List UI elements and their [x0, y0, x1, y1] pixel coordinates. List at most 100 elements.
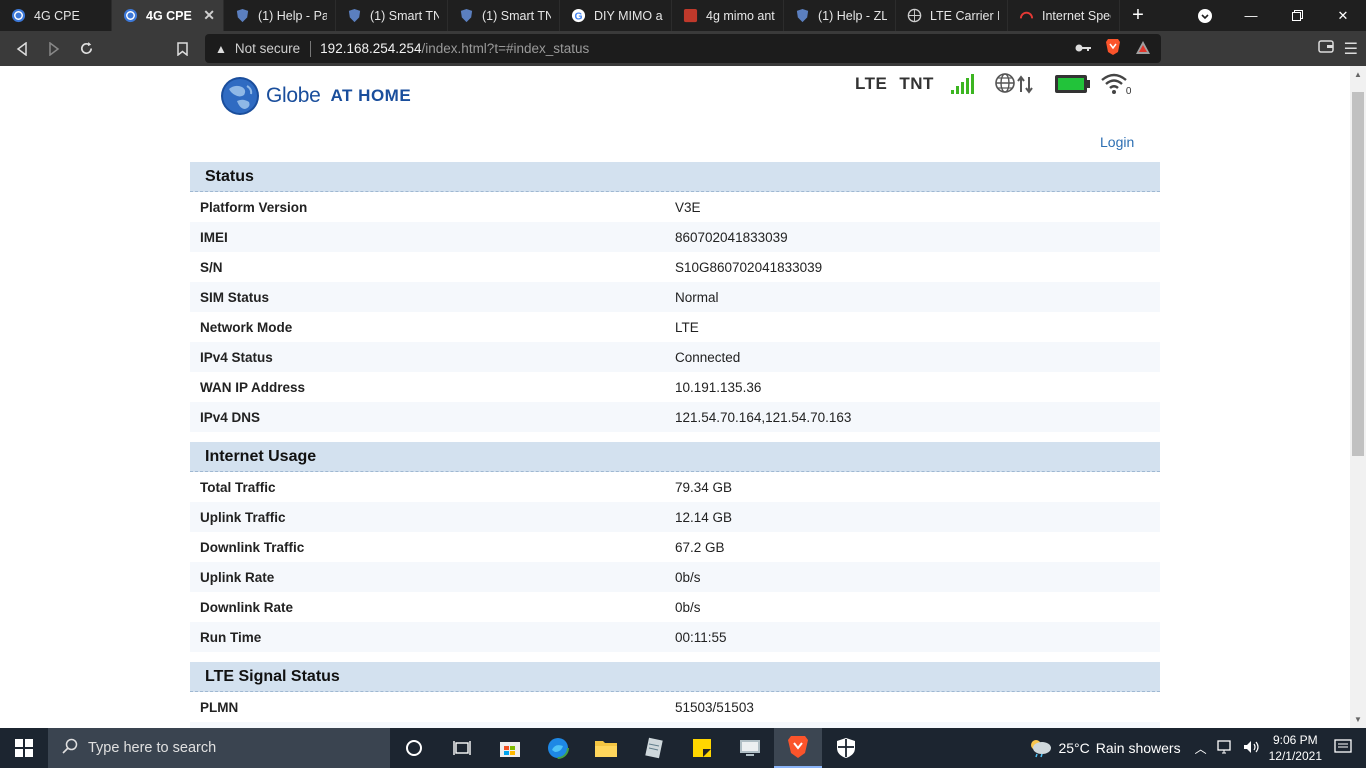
site-favicon-icon	[682, 8, 698, 24]
windows-start-icon[interactable]	[0, 728, 48, 768]
lte-table: PLMN 51503/51503	[190, 692, 1160, 728]
new-tab-button[interactable]: +	[1120, 0, 1156, 31]
browser-tab-active[interactable]: 4G CPE ✕	[112, 0, 224, 31]
login-link[interactable]: Login	[1100, 134, 1134, 150]
lte-signal-section: LTE Signal Status PLMN 51503/51503	[190, 662, 1160, 728]
row-label: Uplink Traffic	[200, 509, 286, 525]
tab-label: (1) Help - Paa	[258, 8, 327, 23]
tab-label: DIY MIMO an	[594, 8, 663, 23]
close-window-icon[interactable]: ✕	[1320, 0, 1366, 31]
table-row: IMEI 860702041833039	[190, 222, 1160, 252]
shield-favicon-icon	[234, 8, 250, 24]
scroll-up-icon[interactable]: ▲	[1354, 70, 1362, 79]
tab-label: 4G CPE	[34, 8, 80, 23]
taskbar-search-input[interactable]: Type here to search	[48, 728, 390, 768]
tab-search-icon[interactable]	[1182, 0, 1228, 31]
file-explorer-icon[interactable]	[582, 728, 630, 768]
row-value: Normal	[675, 289, 719, 305]
browser-tab[interactable]: (1) Help - Paa	[224, 0, 336, 31]
brave-browser-icon[interactable]	[774, 728, 822, 768]
clock-time: 9:06 PM	[1272, 733, 1318, 747]
weather-widget[interactable]: 25°C Rain showers	[1028, 738, 1181, 758]
page-scrollbar[interactable]: ▲ ▼	[1350, 66, 1366, 728]
row-value: V3E	[675, 199, 701, 215]
shield-favicon-icon	[458, 8, 474, 24]
edge-browser-icon[interactable]	[534, 728, 582, 768]
volume-icon[interactable]	[1243, 740, 1261, 757]
browser-tab[interactable]: G DIY MIMO an	[560, 0, 672, 31]
table-row: Total Traffic 79.34 GB	[190, 472, 1160, 502]
microsoft-store-icon[interactable]	[486, 728, 534, 768]
minimize-icon[interactable]: —	[1228, 0, 1274, 31]
menu-icon[interactable]: ☰	[1344, 39, 1358, 59]
table-row: SIM Status Normal	[190, 282, 1160, 312]
network-icon[interactable]	[1216, 739, 1235, 757]
reload-icon[interactable]	[70, 33, 102, 65]
shield-favicon-icon	[346, 8, 362, 24]
brave-rewards-icon[interactable]	[1135, 40, 1151, 58]
back-icon[interactable]	[6, 33, 38, 65]
task-view-icon[interactable]	[438, 728, 486, 768]
usage-table: Total Traffic 79.34 GB Uplink Traffic 12.1…	[190, 472, 1160, 652]
brave-shields-icon[interactable]	[1105, 38, 1121, 59]
close-tab-icon[interactable]: ✕	[203, 7, 215, 24]
url-host: 192.168.254.254	[320, 41, 422, 56]
signal-strength-icon	[950, 74, 974, 94]
browser-tab[interactable]: (1) Smart TNT	[336, 0, 448, 31]
browser-toolbar: ▲ Not secure 192.168.254.254/index.html?…	[0, 31, 1366, 66]
chevron-up-icon[interactable]: ︿	[1195, 740, 1207, 757]
row-value: 0b/s	[675, 569, 701, 585]
browser-tab[interactable]: (1) Help - ZLT-	[784, 0, 896, 31]
windows-security-icon[interactable]	[822, 728, 870, 768]
divider	[310, 40, 312, 57]
row-label: Network Mode	[200, 319, 293, 335]
row-value: LTE	[675, 319, 699, 335]
row-value: 79.34 GB	[675, 479, 733, 495]
row-label: PLMN	[200, 699, 239, 715]
browser-tab[interactable]: 4g mimo ante	[672, 0, 784, 31]
wifi-client-count: 0	[1125, 85, 1132, 97]
remote-desktop-icon[interactable]	[726, 728, 774, 768]
tab-label: (1) Smart TNT	[482, 8, 551, 23]
notepad-icon[interactable]	[630, 728, 678, 768]
key-icon[interactable]	[1075, 41, 1091, 56]
table-row: PLMN 51503/51503	[190, 692, 1160, 722]
table-row: S/N S10G860702041833039	[190, 252, 1160, 282]
row-label: IPv4 DNS	[200, 409, 261, 425]
svg-text:G: G	[574, 11, 582, 22]
scrollbar-thumb[interactable]	[1352, 92, 1364, 456]
row-label: Downlink Traffic	[200, 539, 305, 555]
wallet-icon[interactable]	[1317, 39, 1334, 58]
internet-connection-icon	[995, 73, 1033, 94]
browser-tab[interactable]: LTE Carrier Fre	[896, 0, 1008, 31]
forward-icon[interactable]	[38, 33, 70, 65]
cortana-icon[interactable]	[390, 728, 438, 768]
scroll-down-icon[interactable]: ▼	[1354, 715, 1362, 724]
table-row: Uplink Rate 0b/s	[190, 562, 1160, 592]
browser-tab[interactable]: 4G CPE	[0, 0, 112, 31]
battery-icon	[1054, 75, 1090, 93]
table-row: IPv4 Status Connected	[190, 342, 1160, 372]
browser-tab[interactable]: Internet Spee	[1008, 0, 1120, 31]
table-row: Platform Version V3E	[190, 192, 1160, 222]
row-value: Connected	[675, 349, 741, 365]
url-path: /index.html?t=#index_status	[421, 41, 590, 56]
weather-temperature: 25°C	[1058, 740, 1090, 756]
browser-tab[interactable]: (1) Smart TNT	[448, 0, 560, 31]
section-title: Internet Usage	[190, 442, 1160, 472]
row-label: Run Time	[200, 629, 262, 645]
system-tray: 25°C Rain showers ︿ 9:06 PM 12/1/2021	[1028, 728, 1366, 768]
restore-icon[interactable]	[1274, 0, 1320, 31]
address-bar[interactable]: ▲ Not secure 192.168.254.254/index.html?…	[205, 34, 1161, 63]
taskbar-clock[interactable]: 9:06 PM 12/1/2021	[1269, 732, 1322, 764]
bookmark-icon[interactable]	[166, 33, 198, 65]
tab-label: 4g mimo ante	[706, 8, 775, 23]
notification-center-icon[interactable]	[1334, 738, 1352, 758]
row-label: IMEI	[200, 229, 228, 245]
security-label: Not secure	[234, 41, 301, 56]
section-title: LTE Signal Status	[190, 662, 1160, 692]
sticky-notes-icon[interactable]	[678, 728, 726, 768]
tab-label: (1) Smart TNT	[370, 8, 439, 23]
tab-label: (1) Help - ZLT-	[818, 8, 887, 23]
row-label: Uplink Rate	[200, 569, 275, 585]
